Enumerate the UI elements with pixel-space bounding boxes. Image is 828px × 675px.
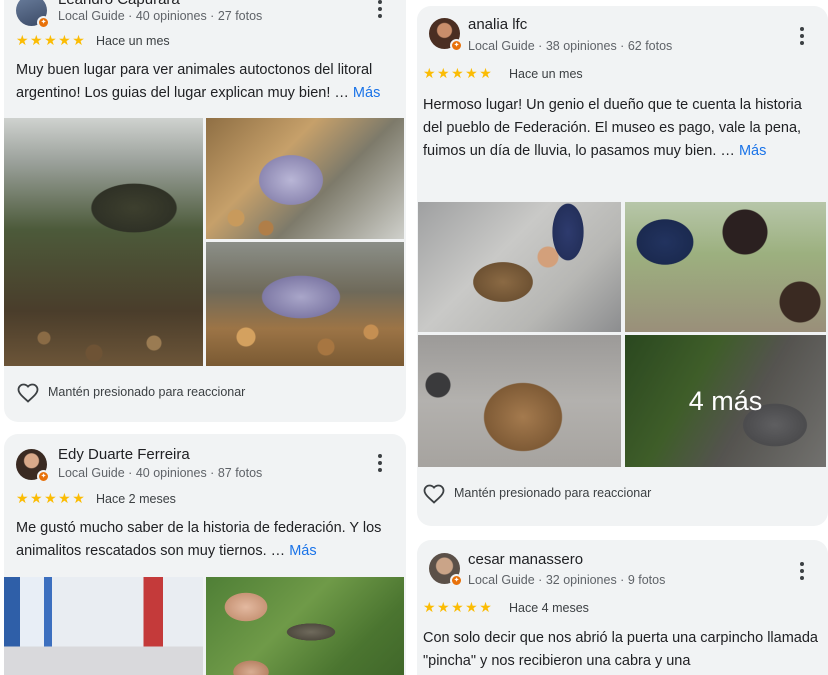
- reviewer-meta: Local Guide · 40 opiniones · 27 fotos: [58, 9, 263, 23]
- local-guide-badge-icon: ✦: [450, 574, 463, 587]
- local-guide-badge-icon: ✦: [37, 16, 50, 29]
- review-header[interactable]: ✦ analia lfc Local Guide · 38 opiniones …: [417, 12, 828, 53]
- review-photo-crab-1[interactable]: [206, 118, 404, 239]
- review-photo-kid[interactable]: [625, 202, 826, 332]
- reviewer-meta: Local Guide · 40 opiniones · 87 fotos: [58, 466, 263, 480]
- review-photo-capybara-1[interactable]: [418, 202, 621, 332]
- review-text: Me gustó mucho saber de la historia de f…: [16, 517, 392, 563]
- heart-outline-icon: [423, 484, 445, 504]
- avatar[interactable]: ✦: [16, 449, 50, 483]
- avatar[interactable]: ✦: [16, 0, 50, 29]
- react-label: Mantén presionado para reaccionar: [454, 486, 652, 500]
- review-text: Hermoso lugar! Un genio el dueño que te …: [423, 94, 822, 163]
- more-vert-icon[interactable]: [794, 560, 810, 582]
- review-photo-fish[interactable]: [4, 118, 203, 366]
- more-link[interactable]: Más: [353, 85, 380, 101]
- heart-outline-icon: [17, 383, 39, 403]
- star-rating: ★★★★★: [423, 65, 494, 81]
- reviewer-name[interactable]: analia lfc: [468, 16, 527, 33]
- reviewer-meta: Local Guide · 38 opiniones · 62 fotos: [468, 39, 673, 53]
- star-rating: ★★★★★: [16, 490, 87, 506]
- reviewer-name[interactable]: cesar manassero: [468, 551, 583, 568]
- review-header[interactable]: ✦ cesar manassero Local Guide · 32 opini…: [417, 546, 828, 587]
- review-text: Muy buen lugar para ver animales autocto…: [16, 59, 392, 105]
- star-rating: ★★★★★: [16, 32, 87, 48]
- more-vert-icon[interactable]: [794, 25, 810, 47]
- star-rating: ★★★★★: [423, 599, 494, 615]
- review-card: ✦ analia lfc Local Guide · 38 opiniones …: [417, 6, 828, 526]
- local-guide-badge-icon: ✦: [37, 470, 50, 483]
- review-header[interactable]: ✦ Edy Duarte Ferreira Local Guide · 40 o…: [4, 442, 406, 483]
- more-photos-overlay[interactable]: 4 más: [625, 335, 826, 467]
- more-vert-icon[interactable]: [372, 452, 388, 474]
- review-header[interactable]: ✦ Leandro Capurara Local Guide · 40 opin…: [4, 0, 406, 29]
- review-photo-lizard[interactable]: [206, 577, 404, 675]
- reviewer-name[interactable]: Leandro Capurara: [58, 0, 180, 8]
- reviewer-meta: Local Guide · 32 opiniones · 9 fotos: [468, 573, 666, 587]
- review-body: Me gustó mucho saber de la historia de f…: [16, 520, 382, 559]
- review-date: Hace 4 meses: [509, 601, 589, 615]
- more-link[interactable]: Más: [289, 543, 316, 559]
- local-guide-badge-icon: ✦: [450, 39, 463, 52]
- review-photo-crab-2[interactable]: [206, 242, 404, 366]
- review-card: ✦ cesar manassero Local Guide · 32 opini…: [417, 540, 828, 675]
- review-card: ✦ Edy Duarte Ferreira Local Guide · 40 o…: [4, 434, 406, 675]
- react-label: Mantén presionado para reaccionar: [48, 385, 246, 399]
- review-body: Con solo decir que nos abrió la puerta u…: [423, 630, 818, 669]
- review-photo-building[interactable]: [4, 577, 203, 675]
- review-card: ✦ Leandro Capurara Local Guide · 40 opin…: [4, 0, 406, 422]
- review-date: Hace un mes: [96, 34, 170, 48]
- more-link[interactable]: Más: [739, 143, 766, 159]
- more-vert-icon[interactable]: [372, 0, 388, 20]
- review-date: Hace un mes: [509, 67, 583, 81]
- review-text: Con solo decir que nos abrió la puerta u…: [423, 627, 822, 673]
- reviewer-name[interactable]: Edy Duarte Ferreira: [58, 446, 190, 463]
- reviews-page: ✦ Leandro Capurara Local Guide · 40 opin…: [0, 0, 828, 675]
- avatar[interactable]: ✦: [429, 18, 463, 52]
- review-date: Hace 2 meses: [96, 492, 176, 506]
- review-photo-more[interactable]: 4 más: [625, 335, 826, 467]
- review-body: Muy buen lugar para ver animales autocto…: [16, 62, 373, 101]
- review-photo-capybara-2[interactable]: [418, 335, 621, 467]
- avatar[interactable]: ✦: [429, 553, 463, 587]
